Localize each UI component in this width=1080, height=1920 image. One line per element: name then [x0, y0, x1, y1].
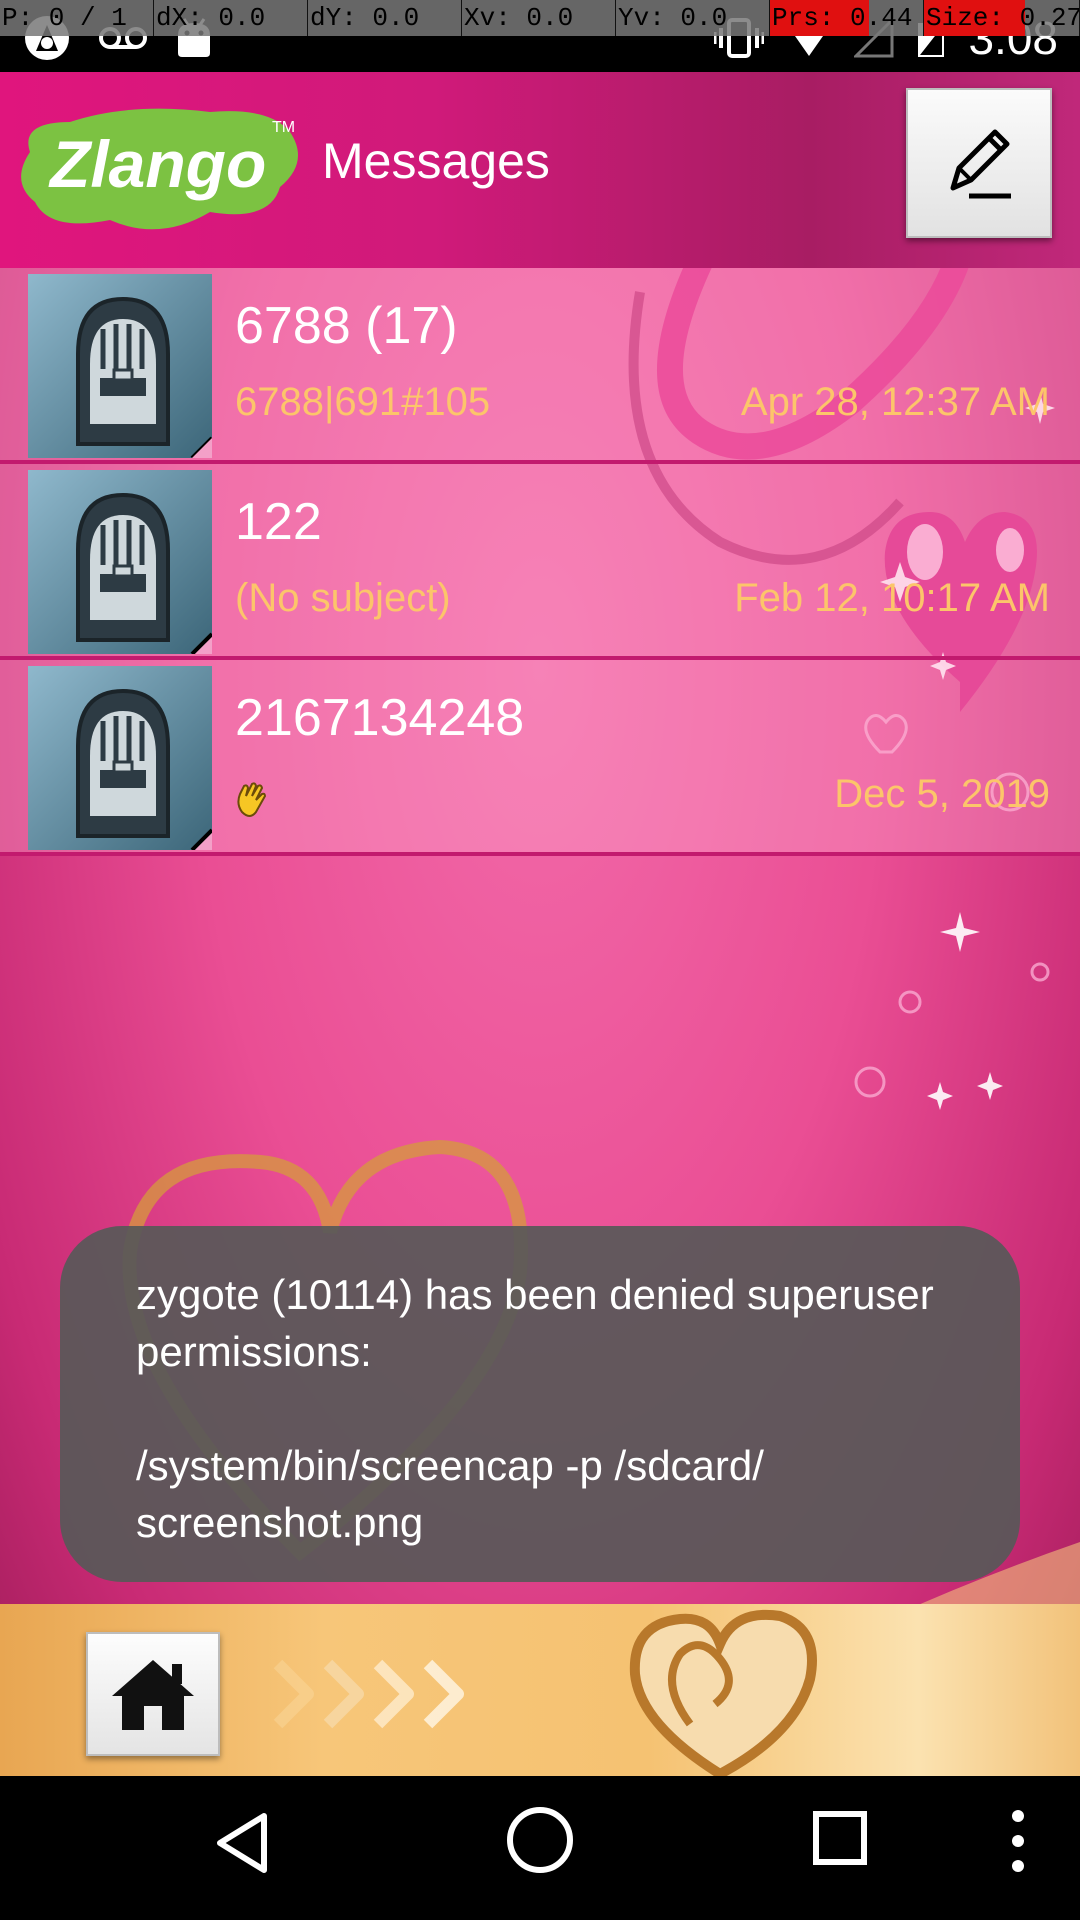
more-vert-icon[interactable] — [1006, 1806, 1030, 1876]
toast-message: zygote (10114) has been denied superuser… — [60, 1226, 1020, 1582]
conversation-snippet: (No subject) — [235, 576, 451, 620]
logo-tm: TM — [272, 119, 295, 136]
home-button[interactable] — [86, 1632, 220, 1756]
zlango-logo: Zlango TM — [21, 108, 298, 230]
navigation-bar — [0, 1776, 1080, 1920]
pencil-icon — [950, 129, 1011, 199]
debug-xv: Xv: 0.0 — [462, 0, 616, 36]
toast-command: /system/bin/screencap -p /sdcard/ screen… — [136, 1442, 764, 1546]
back-icon[interactable] — [212, 1808, 272, 1878]
conversation-name: 122 — [235, 493, 322, 551]
waving-hand-icon — [237, 782, 267, 817]
home-circle-icon[interactable] — [504, 1804, 576, 1876]
debug-size: Size: 0.27 — [924, 0, 1080, 36]
conversation-date: Apr 28, 12:37 AM — [740, 380, 1050, 424]
chevrons-right-icon — [273, 1659, 464, 1729]
conversation-row[interactable]: 6788 (17) 6788|691#105 Apr 28, 12:37 AM — [0, 268, 1080, 464]
debug-pointer: P: 0 / 1 — [0, 0, 154, 36]
contact-avatar — [28, 666, 212, 850]
conversation-row[interactable]: 122 (No subject) Feb 12, 10:17 AM — [0, 464, 1080, 660]
conversation-row[interactable]: 2167134248 Dec 5, 2019 — [0, 660, 1080, 856]
debug-dy: dY: 0.0 — [308, 0, 462, 36]
debug-prs: Prs: 0.44 — [770, 0, 924, 36]
debug-dx: dX: 0.0 — [154, 0, 308, 36]
heart-icon — [629, 1609, 817, 1776]
contact-avatar — [28, 274, 212, 458]
pointer-location-overlay: P: 0 / 1 dX: 0.0 dY: 0.0 Xv: 0.0 Yv: 0.0… — [0, 0, 1080, 36]
app-content: Zlango TM Messages 6788 (17) 6788|691#10… — [0, 72, 1080, 1776]
contact-avatar — [28, 470, 212, 654]
status-bar: 3:08 P: 0 / 1 dX: 0.0 dY: 0.0 Xv: 0.0 Yv… — [0, 0, 1080, 72]
page-title: Messages — [322, 133, 550, 189]
conversation-date: Dec 5, 2019 — [834, 772, 1050, 816]
conversation-snippet: 6788|691#105 — [235, 380, 491, 424]
conversation-list: 6788 (17) 6788|691#105 Apr 28, 12:37 AM — [0, 268, 1080, 856]
logo-text: Zlango — [48, 127, 266, 201]
app-header: Zlango TM Messages — [0, 72, 1080, 268]
compose-button[interactable] — [906, 88, 1052, 238]
conversation-name: 6788 (17) — [235, 297, 458, 355]
home-icon — [112, 1660, 194, 1730]
recents-icon[interactable] — [812, 1810, 868, 1866]
screen: 3:08 P: 0 / 1 dX: 0.0 dY: 0.0 Xv: 0.0 Yv… — [0, 0, 1080, 1920]
toast-line: zygote (10114) has been denied superuser… — [136, 1271, 934, 1375]
debug-yv: Yv: 0.0 — [616, 0, 770, 36]
conversation-date: Feb 12, 10:17 AM — [734, 576, 1050, 620]
bottom-bar — [0, 1604, 1080, 1776]
conversation-name: 2167134248 — [235, 689, 525, 747]
